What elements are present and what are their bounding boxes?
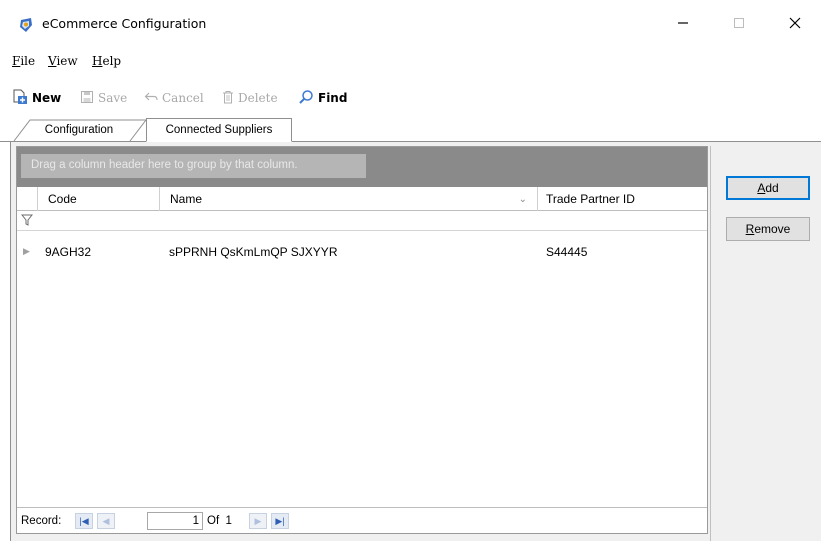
- find-button[interactable]: Find: [298, 88, 347, 108]
- menu-bar: File View Help: [0, 44, 821, 78]
- delete-button[interactable]: Delete: [222, 88, 278, 108]
- column-header-code[interactable]: Code: [37, 187, 160, 211]
- record-navigator: Record: |◀ ◀ 1 Of 1 ▶ ▶|: [17, 507, 707, 533]
- menu-help-label: elp: [102, 54, 122, 68]
- undo-arrow-icon: [144, 90, 158, 107]
- first-record-button[interactable]: |◀: [75, 513, 93, 529]
- new-button[interactable]: New: [12, 88, 61, 108]
- menu-file-label: ile: [20, 54, 36, 68]
- search-icon: [298, 89, 314, 108]
- save-icon: [80, 90, 94, 107]
- table-row[interactable]: ▶ 9AGH32 sPPRNH QsKmLmQP SJXYYR S44445: [17, 243, 707, 263]
- side-panel: Add Remove: [710, 146, 821, 541]
- tab-connected-suppliers[interactable]: Connected Suppliers: [146, 118, 292, 142]
- app-logo-icon: [18, 17, 34, 33]
- group-by-panel[interactable]: Drag a column header here to group by th…: [17, 147, 707, 187]
- previous-record-icon: ◀: [102, 515, 110, 526]
- add-button[interactable]: Add: [726, 176, 810, 200]
- column-header-code-label: Code: [48, 192, 77, 206]
- close-button[interactable]: [772, 8, 818, 40]
- next-record-icon: ▶: [254, 515, 262, 526]
- menu-help[interactable]: Help: [92, 54, 121, 68]
- save-button-label: Save: [98, 91, 128, 105]
- cell-trade-partner-id: S44445: [546, 245, 588, 259]
- maximize-button[interactable]: [716, 8, 762, 40]
- suppliers-grid: Drag a column header here to group by th…: [16, 146, 708, 534]
- toolbar: New Save Cancel Delete Find: [0, 80, 821, 114]
- column-header-name-label: Name: [170, 192, 203, 206]
- column-header-trade-partner-id-label: Trade Partner ID: [546, 192, 635, 206]
- save-button[interactable]: Save: [80, 88, 127, 108]
- minimize-button[interactable]: [660, 8, 706, 40]
- remove-button[interactable]: Remove: [726, 217, 810, 241]
- remove-button-rest: emove: [754, 222, 791, 236]
- next-record-button[interactable]: ▶: [249, 513, 267, 529]
- record-of-total: Of 1: [207, 515, 232, 527]
- find-button-label: Find: [318, 91, 348, 105]
- menu-help-accel: H: [92, 54, 103, 68]
- tab-configuration-label: Configuration: [44, 124, 114, 136]
- tab-configuration[interactable]: Configuration: [14, 118, 144, 142]
- first-record-icon: |◀: [79, 515, 89, 526]
- last-record-button[interactable]: ▶|: [271, 513, 289, 529]
- tab-connected-suppliers-label: Connected Suppliers: [165, 124, 273, 136]
- title-bar: eCommerce Configuration: [0, 0, 821, 44]
- grid-header: Code Name ⌄ Trade Partner ID: [17, 187, 707, 211]
- menu-view-label: iew: [56, 54, 78, 68]
- column-header-name[interactable]: Name ⌄: [160, 187, 538, 211]
- sort-descending-icon: ⌄: [518, 194, 527, 205]
- filter-row[interactable]: [17, 211, 707, 231]
- minimize-icon: [677, 17, 689, 32]
- record-of-label: Of: [207, 515, 220, 527]
- add-button-label: Add: [757, 181, 778, 195]
- group-by-hint: Drag a column header here to group by th…: [21, 154, 366, 178]
- cancel-button[interactable]: Cancel: [144, 88, 204, 108]
- cancel-button-label: Cancel: [162, 91, 204, 105]
- add-button-rest: dd: [765, 181, 779, 195]
- last-record-icon: ▶|: [275, 515, 285, 526]
- trash-icon: [222, 90, 234, 107]
- cell-name: sPPRNH QsKmLmQP SJXYYR: [169, 245, 338, 259]
- remove-button-accel: R: [745, 222, 755, 236]
- window-title: eCommerce Configuration: [42, 16, 207, 31]
- record-label: Record:: [21, 515, 62, 527]
- record-total: 1: [225, 515, 232, 527]
- current-record-input[interactable]: 1: [147, 512, 203, 530]
- filter-icon[interactable]: [20, 214, 34, 226]
- previous-record-button[interactable]: ◀: [97, 513, 115, 529]
- cell-code: 9AGH32: [45, 245, 92, 259]
- menu-view[interactable]: View: [48, 54, 78, 68]
- menu-file[interactable]: File: [12, 54, 35, 68]
- remove-button-label: Remove: [746, 222, 791, 236]
- delete-button-label: Delete: [238, 91, 278, 105]
- close-icon: [789, 17, 801, 32]
- new-document-icon: [12, 89, 28, 108]
- maximize-icon: [733, 17, 745, 32]
- row-indicator-icon: ▶: [23, 246, 30, 256]
- column-header-trade-partner-id[interactable]: Trade Partner ID: [538, 187, 707, 211]
- new-button-label: New: [32, 91, 62, 105]
